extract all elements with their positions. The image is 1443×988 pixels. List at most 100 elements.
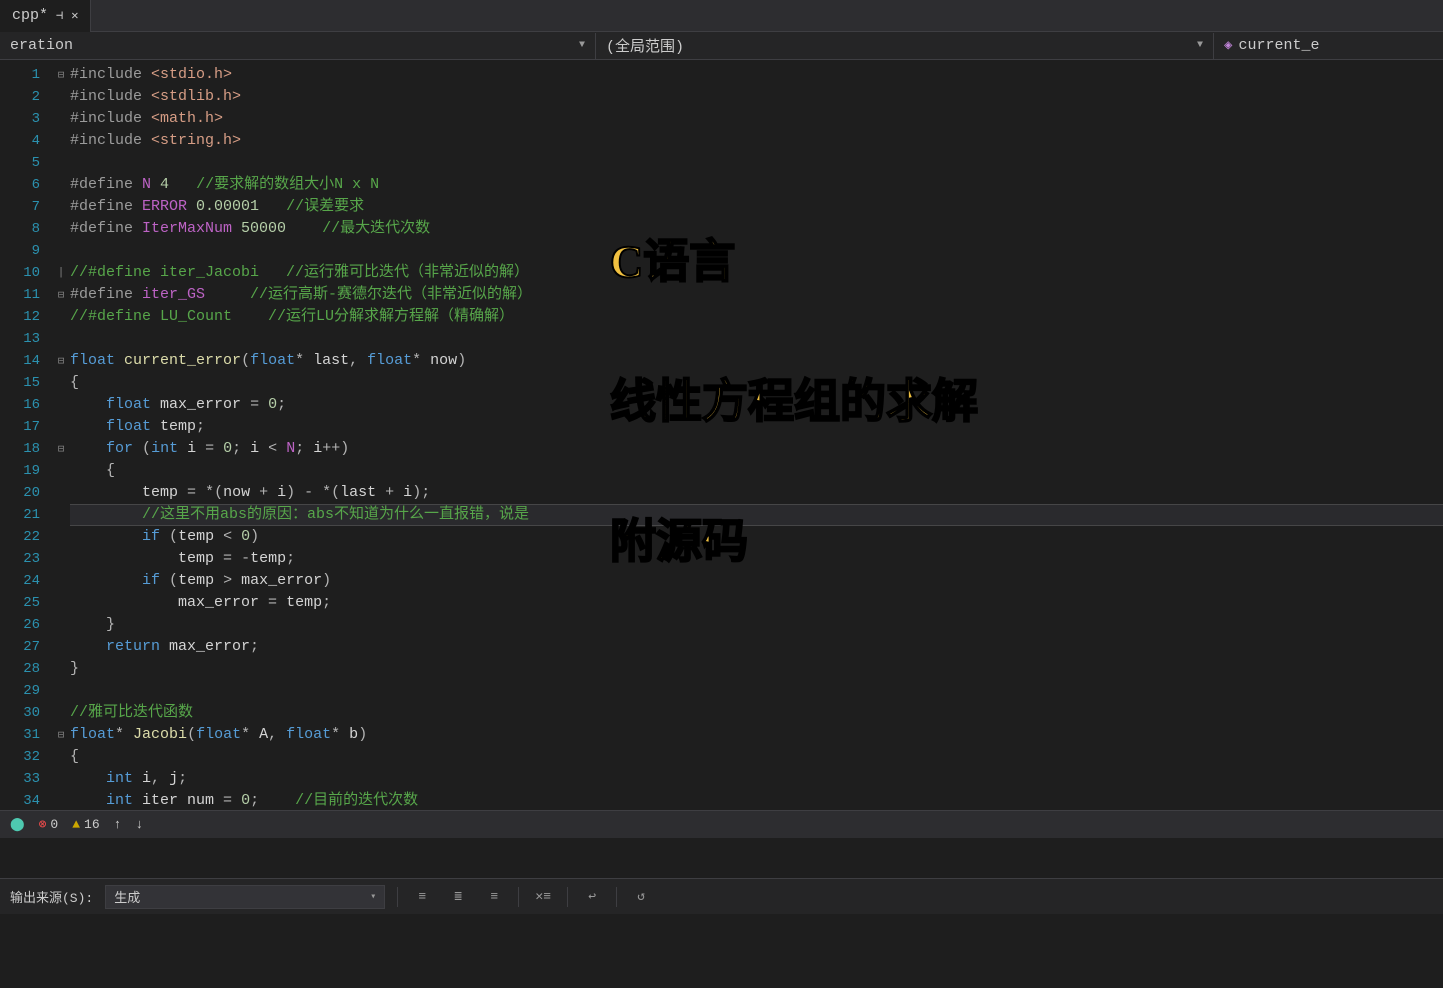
fold-toggle[interactable]	[52, 174, 70, 196]
fold-toggle[interactable]: ⊟	[52, 284, 70, 306]
code-line[interactable]: return max_error;	[70, 636, 1443, 658]
wrap-icon[interactable]: ↩	[580, 885, 604, 909]
fold-toggle[interactable]	[52, 152, 70, 174]
indent-right-icon[interactable]: ≡	[482, 885, 506, 909]
code-line[interactable]: #include <string.h>	[70, 130, 1443, 152]
code-line[interactable]	[70, 152, 1443, 174]
code-line[interactable]: #define ERROR 0.00001 //误差要求	[70, 196, 1443, 218]
code-line[interactable]: max_error = temp;	[70, 592, 1443, 614]
fold-toggle[interactable]: ⊟	[52, 350, 70, 372]
code-line[interactable]: int i, j;	[70, 768, 1443, 790]
code-line[interactable]: {	[70, 460, 1443, 482]
fold-column: ⊟|⊟⊟⊟⊟	[52, 60, 70, 810]
indent-icon[interactable]: ≣	[446, 885, 470, 909]
line-number: 17	[0, 416, 52, 438]
fold-toggle[interactable]	[52, 614, 70, 636]
line-number: 30	[0, 702, 52, 724]
code-line[interactable]: temp = -temp;	[70, 548, 1443, 570]
code-line[interactable]: }	[70, 614, 1443, 636]
fold-toggle[interactable]	[52, 86, 70, 108]
tab-bar: cpp* ⊣ ✕	[0, 0, 1443, 32]
code-line[interactable]: #define N 4 //要求解的数组大小N x N	[70, 174, 1443, 196]
fold-toggle[interactable]	[52, 504, 70, 526]
indent-left-icon[interactable]: ≡	[410, 885, 434, 909]
code-line[interactable]: {	[70, 372, 1443, 394]
fold-toggle[interactable]	[52, 460, 70, 482]
close-icon[interactable]: ✕	[71, 8, 78, 23]
fold-toggle[interactable]	[52, 790, 70, 812]
code-line[interactable]: #define IterMaxNum 50000 //最大迭代次数	[70, 218, 1443, 240]
code-line[interactable]: if (temp < 0)	[70, 526, 1443, 548]
fold-toggle[interactable]	[52, 218, 70, 240]
code-line[interactable]: //这里不用abs的原因：abs不知道为什么一直报错，说是	[70, 504, 1443, 526]
fold-toggle[interactable]	[52, 372, 70, 394]
fold-toggle[interactable]	[52, 570, 70, 592]
code-line[interactable]: int iter num = 0; //目前的迭代次数	[70, 790, 1443, 812]
chevron-down-icon: ▼	[1197, 40, 1203, 51]
code-area[interactable]: #include <stdio.h>#include <stdlib.h>#in…	[70, 60, 1443, 810]
line-number: 12	[0, 306, 52, 328]
scope-dropdown-2[interactable]: (全局范围) ▼	[596, 33, 1214, 59]
fold-toggle[interactable]	[52, 482, 70, 504]
navigation-bar: eration ▼ (全局范围) ▼ ◈ current_e	[0, 32, 1443, 60]
fold-toggle[interactable]: ⊟	[52, 438, 70, 460]
code-line[interactable]: if (temp > max_error)	[70, 570, 1443, 592]
fold-toggle[interactable]	[52, 592, 70, 614]
fold-toggle[interactable]: ⊟	[52, 724, 70, 746]
file-tab[interactable]: cpp* ⊣ ✕	[0, 0, 91, 32]
fold-toggle[interactable]	[52, 768, 70, 790]
fold-toggle[interactable]	[52, 108, 70, 130]
line-number: 24	[0, 570, 52, 592]
fold-toggle[interactable]	[52, 658, 70, 680]
history-icon[interactable]: ↺	[629, 885, 653, 909]
fold-toggle[interactable]	[52, 548, 70, 570]
fold-toggle[interactable]: ⊟	[52, 64, 70, 86]
output-source-dropdown[interactable]: 生成 ▾	[105, 885, 385, 909]
code-line[interactable]: temp = *(now + i) - *(last + i);	[70, 482, 1443, 504]
code-line[interactable]: float temp;	[70, 416, 1443, 438]
fold-toggle[interactable]	[52, 416, 70, 438]
code-line[interactable]: {	[70, 746, 1443, 768]
line-number: 13	[0, 328, 52, 350]
fold-toggle[interactable]	[52, 328, 70, 350]
fold-toggle[interactable]	[52, 680, 70, 702]
code-line[interactable]	[70, 680, 1443, 702]
code-line[interactable]	[70, 240, 1443, 262]
fold-toggle[interactable]: |	[52, 262, 70, 284]
fold-toggle[interactable]	[52, 746, 70, 768]
code-line[interactable]	[70, 328, 1443, 350]
clear-icon[interactable]: ✕≡	[531, 885, 555, 909]
fold-toggle[interactable]	[52, 240, 70, 262]
nav-down-icon[interactable]: ↓	[135, 817, 143, 832]
pin-icon[interactable]: ⊣	[56, 8, 63, 23]
line-number: 19	[0, 460, 52, 482]
code-line[interactable]: for (int i = 0; i < N; i++)	[70, 438, 1443, 460]
line-number: 7	[0, 196, 52, 218]
fold-toggle[interactable]	[52, 526, 70, 548]
code-line[interactable]: float current_error(float* last, float* …	[70, 350, 1443, 372]
code-line[interactable]: #define iter_GS //运行高斯-赛德尔迭代（非常近似的解）	[70, 284, 1443, 306]
fold-toggle[interactable]	[52, 394, 70, 416]
error-count[interactable]: ⊗ 0	[39, 817, 59, 832]
code-line[interactable]: #include <stdlib.h>	[70, 86, 1443, 108]
member-dropdown[interactable]: ◈ current_e	[1214, 37, 1443, 54]
nav-up-icon[interactable]: ↑	[114, 817, 122, 832]
fold-toggle[interactable]	[52, 196, 70, 218]
line-number: 18	[0, 438, 52, 460]
code-line[interactable]: float max_error = 0;	[70, 394, 1443, 416]
scope-dropdown-1[interactable]: eration ▼	[0, 33, 596, 59]
code-line[interactable]: //#define iter_Jacobi //运行雅可比迭代（非常近似的解）	[70, 262, 1443, 284]
chevron-down-icon: ▾	[370, 891, 376, 903]
code-line[interactable]: //雅可比迭代函数	[70, 702, 1443, 724]
code-line[interactable]: #include <stdio.h>	[70, 64, 1443, 86]
fold-toggle[interactable]	[52, 130, 70, 152]
divider	[518, 887, 519, 907]
warning-count[interactable]: ▲ 16	[72, 817, 99, 832]
fold-toggle[interactable]	[52, 702, 70, 724]
code-line[interactable]: float* Jacobi(float* A, float* b)	[70, 724, 1443, 746]
code-line[interactable]: }	[70, 658, 1443, 680]
fold-toggle[interactable]	[52, 636, 70, 658]
fold-toggle[interactable]	[52, 306, 70, 328]
code-line[interactable]: #include <math.h>	[70, 108, 1443, 130]
code-line[interactable]: //#define LU_Count //运行LU分解求解方程解（精确解）	[70, 306, 1443, 328]
